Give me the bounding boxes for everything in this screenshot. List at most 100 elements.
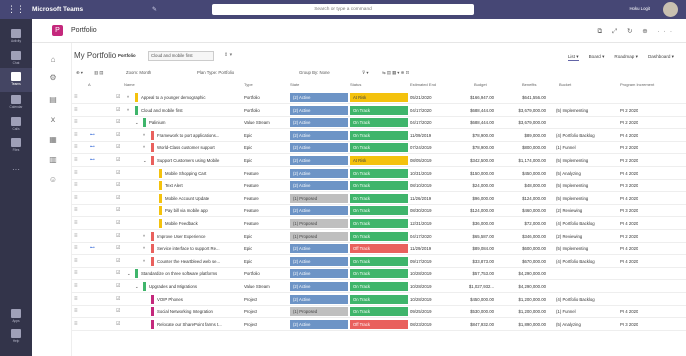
- reorder-icon[interactable]: ⇕ ▾: [224, 52, 232, 58]
- table-row[interactable]: ≡ ⊷ ☑ ^ World-Class customer support Epic (2) …: [72, 142, 686, 155]
- column-header-program-increment[interactable]: Program Increment: [620, 82, 654, 90]
- state-badge[interactable]: (2) Active: [290, 269, 348, 279]
- state-badge[interactable]: (2) Active: [290, 93, 348, 102]
- expand-icon[interactable]: ^: [143, 243, 145, 254]
- row-name[interactable]: Service interface to support Re...: [157, 243, 272, 254]
- tab-board[interactable]: Board ▾: [589, 54, 605, 61]
- add-icon[interactable]: ⊕ ▾: [76, 70, 83, 76]
- checklist-icon[interactable]: ☑: [116, 243, 120, 254]
- drag-handle-icon[interactable]: ≡: [74, 243, 78, 254]
- checklist-icon[interactable]: ☑: [116, 168, 120, 179]
- list-view-icon[interactable]: ▤: [48, 95, 58, 104]
- table-row[interactable]: ≡ ☑ Text Alert Feature (2) Active On Track 08/…: [72, 180, 686, 193]
- status-badge[interactable]: On Track: [350, 193, 408, 203]
- settings-icon[interactable]: ⚙: [48, 73, 58, 82]
- state-badge[interactable]: (2) Active: [290, 319, 348, 329]
- state-badge[interactable]: (2) Active: [290, 118, 348, 128]
- drag-handle-icon[interactable]: ≡: [74, 281, 78, 292]
- drag-handle-icon[interactable]: ≡: [74, 168, 78, 179]
- drag-handle-icon[interactable]: ≡: [74, 306, 78, 317]
- status-badge[interactable]: Off Track: [350, 319, 408, 329]
- checklist-icon[interactable]: ☑: [116, 231, 120, 242]
- drag-handle-icon[interactable]: ≡: [74, 105, 78, 116]
- home-icon[interactable]: ⌂: [48, 55, 58, 64]
- expand-icon[interactable]: ⌄: [135, 281, 139, 292]
- checklist-icon[interactable]: ☑: [116, 130, 120, 141]
- status-badge[interactable]: Off Track: [350, 244, 408, 254]
- checklist-icon[interactable]: ☑: [116, 268, 120, 279]
- drag-handle-icon[interactable]: ≡: [74, 256, 78, 267]
- column-header-budget[interactable]: Budget: [474, 82, 487, 90]
- state-badge[interactable]: (2) Active: [290, 206, 348, 216]
- rail-item-calendar[interactable]: Calendar: [0, 91, 32, 115]
- grid-icon[interactable]: ▦: [48, 135, 58, 144]
- state-badge[interactable]: (1) Proposed: [290, 193, 348, 203]
- people-icon[interactable]: ⅹ: [48, 115, 58, 124]
- checklist-icon[interactable]: ☑: [116, 294, 120, 305]
- header-actions[interactable]: ⧉ ⤢ ↻ ⊕ ···: [598, 27, 676, 36]
- state-badge[interactable]: (2) Active: [290, 168, 348, 178]
- state-badge[interactable]: (2) Active: [290, 130, 348, 140]
- checklist-icon[interactable]: ☑: [116, 281, 120, 292]
- tab-dashboard[interactable]: Dashboard ▾: [648, 54, 674, 61]
- checklist-icon[interactable]: ☑: [116, 155, 120, 166]
- state-badge[interactable]: (2) Active: [290, 181, 348, 191]
- state-badge[interactable]: (2) Active: [290, 294, 348, 304]
- row-name[interactable]: World-Class customer support: [157, 142, 272, 153]
- columns-icon[interactable]: ▥ ▤: [94, 70, 103, 76]
- table-row[interactable]: ≡ ☑ ⌄ Upgrades and Migrations Value Stream (2…: [72, 281, 686, 293]
- status-badge[interactable]: On Track: [350, 168, 408, 178]
- status-badge[interactable]: On Track: [350, 219, 408, 228]
- drag-handle-icon[interactable]: ≡: [74, 142, 78, 153]
- state-badge[interactable]: (2) Active: [290, 244, 348, 254]
- link-icon[interactable]: ⊷: [90, 130, 95, 141]
- checklist-icon[interactable]: ☑: [116, 256, 120, 267]
- table-row[interactable]: ≡ ☑ Pay bill via mobile app Feature (2) Acti…: [72, 205, 686, 218]
- table-row[interactable]: ≡ ☑ ^ Cloud and mobile first Portfolio (2) Ac…: [72, 105, 686, 117]
- table-row[interactable]: ≡ ☑ Mobile Feedback Feature (1) Proposed On T…: [72, 218, 686, 230]
- drag-handle-icon[interactable]: ≡: [74, 117, 78, 128]
- checklist-icon[interactable]: ☑: [116, 117, 120, 128]
- expand-icon[interactable]: ^: [143, 256, 145, 267]
- link-icon[interactable]: ⊷: [90, 142, 95, 153]
- row-name[interactable]: Framework to port applications...: [157, 130, 272, 141]
- table-row[interactable]: ≡ ☑ ⌄ Palinium Value Stream (2) Active On Trac…: [72, 117, 686, 130]
- drag-handle-icon[interactable]: ≡: [74, 294, 78, 305]
- state-badge[interactable]: (1) Proposed: [290, 219, 348, 228]
- edit-icons[interactable]: ⇆ ▤ ▦ ▾ ⊕ ⊡: [382, 70, 409, 76]
- table-row[interactable]: ≡ ☑ Mobile Account Update Feature (1) Propos…: [72, 193, 686, 205]
- checklist-icon[interactable]: ☑: [116, 218, 120, 229]
- drag-handle-icon[interactable]: ≡: [74, 319, 78, 330]
- status-badge[interactable]: On Track: [350, 181, 408, 191]
- column-header-estimated-end[interactable]: Estimated End: [410, 82, 436, 90]
- checklist-icon[interactable]: ☑: [116, 142, 120, 153]
- state-badge[interactable]: (1) Proposed: [290, 307, 348, 317]
- table-row[interactable]: ≡ ☑ Relocate our SharePoint farms t... Proj…: [72, 319, 686, 331]
- status-badge[interactable]: On Track: [350, 307, 408, 317]
- status-badge[interactable]: On Track: [350, 143, 408, 153]
- table-icon[interactable]: ▥: [48, 155, 58, 164]
- checklist-icon[interactable]: ☑: [116, 105, 120, 116]
- expand-icon[interactable]: ⌄: [143, 155, 147, 166]
- portfolio-select[interactable]: Cloud and mobile first: [148, 51, 214, 61]
- group-by-select[interactable]: Group By: None: [299, 70, 330, 75]
- drag-handle-icon[interactable]: ≡: [74, 205, 78, 216]
- sort-icon[interactable]: A: [88, 82, 91, 90]
- checklist-icon[interactable]: ☑: [116, 193, 120, 204]
- state-badge[interactable]: (2) Active: [290, 256, 348, 266]
- avatar[interactable]: [663, 2, 678, 17]
- rail-item-activity[interactable]: Activity: [0, 25, 32, 49]
- drag-handle-icon[interactable]: ≡: [74, 130, 78, 141]
- status-badge[interactable]: On Track: [350, 130, 408, 140]
- table-row[interactable]: ≡ ☑ Mobile Shopping Cart Feature (2) Active O…: [72, 168, 686, 180]
- checklist-icon[interactable]: ☑: [116, 180, 120, 191]
- table-row[interactable]: ≡ ⊷ ☑ ⌄ Support Customers using Mobile Epic (2…: [72, 155, 686, 167]
- status-badge[interactable]: On Track: [350, 256, 408, 266]
- table-row[interactable]: ≡ ☑ ^ Improve User Experience Epic (1) Propos…: [72, 231, 686, 243]
- link-icon[interactable]: ⊷: [90, 243, 95, 254]
- drag-handle-icon[interactable]: ≡: [74, 218, 78, 229]
- expand-icon[interactable]: ⌄: [135, 117, 139, 128]
- column-header-bucket[interactable]: Bucket: [559, 82, 571, 90]
- rail-item-help[interactable]: Help: [0, 325, 32, 349]
- table-row[interactable]: ≡ ☑ ^ Appeal to a younger demographic Portfo…: [72, 92, 686, 104]
